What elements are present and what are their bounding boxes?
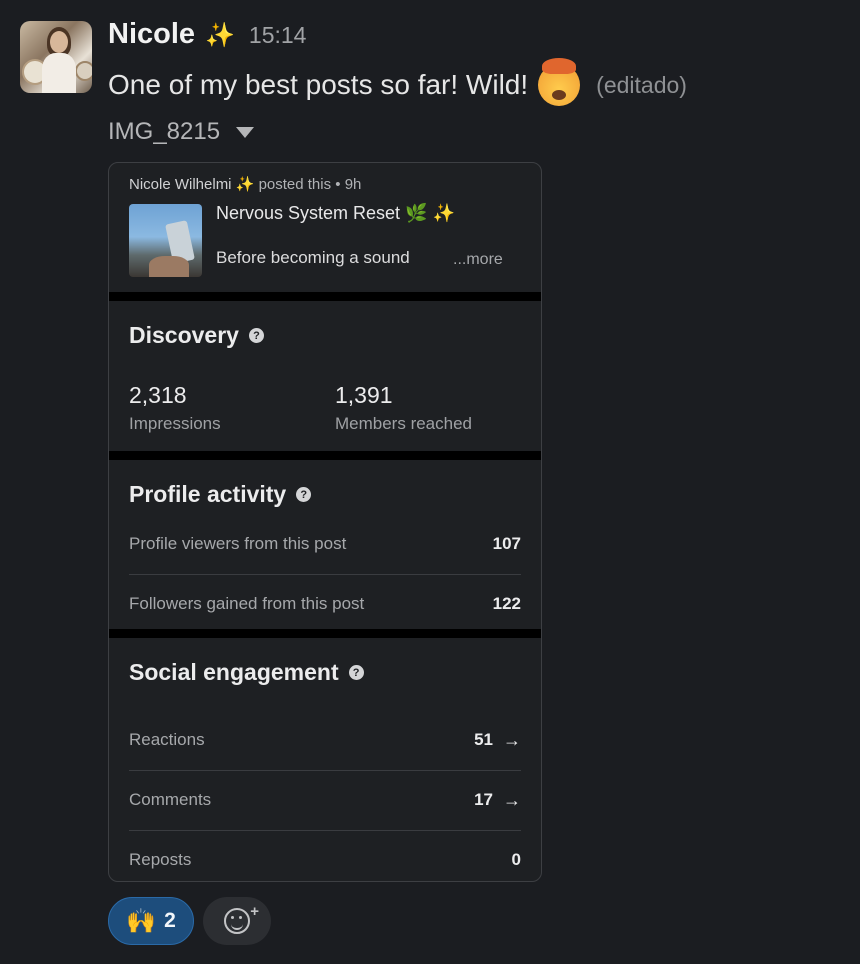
author-name[interactable]: Nicole <box>108 18 195 51</box>
row-value: 107 <box>492 534 521 553</box>
social-engagement-title-text: Social engagement <box>129 659 339 685</box>
avatar-photo-detail <box>75 61 92 81</box>
edited-label: (editado) <box>596 71 687 98</box>
discovery-title: Discovery ? <box>129 322 264 349</box>
section-divider <box>109 451 541 460</box>
avatar-photo-detail <box>50 31 68 53</box>
section-divider <box>109 292 541 301</box>
row-label: Comments <box>129 790 212 809</box>
row-value: 122 <box>492 594 521 613</box>
plus-icon: + <box>250 903 259 920</box>
help-icon: ? <box>248 328 264 343</box>
arrow-right-icon: → <box>503 729 521 750</box>
sparkle-icon: ✨ <box>235 176 255 193</box>
arrow-right-icon: → <box>503 789 521 810</box>
reactions-bar: 🙌 2 + <box>108 897 271 945</box>
post-meta: Nicole Wilhelmi ✨ posted this • 9h <box>129 175 361 193</box>
raised-hands-icon: 🙌 <box>126 907 157 935</box>
reaction-raised-hands[interactable]: 🙌 2 <box>108 897 194 945</box>
post-title: Nervous System Reset 🌿 ✨ <box>216 203 455 223</box>
help-icon: ? <box>296 487 312 502</box>
message-timestamp[interactable]: 15:14 <box>249 22 307 49</box>
row-value: 51 <box>474 730 493 749</box>
caret-down-icon[interactable] <box>236 126 255 138</box>
smiley-add-icon <box>224 908 250 934</box>
profile-activity-title-text: Profile activity <box>129 481 287 507</box>
message-header: Nicole ✨ 15:14 <box>108 18 306 51</box>
user-avatar[interactable] <box>20 21 92 93</box>
profile-viewers-row: Profile viewers from this post 107 <box>129 514 521 574</box>
add-reaction-button[interactable]: + <box>203 897 271 945</box>
discovery-title-text: Discovery <box>129 322 239 348</box>
message-body: One of my best posts so far! Wild! (edit… <box>108 58 687 106</box>
attachment-header[interactable]: IMG_8215 <box>108 118 255 146</box>
impressions-value: 2,318 <box>129 382 187 408</box>
section-divider <box>109 629 541 638</box>
post-more-link: ...more <box>453 251 503 268</box>
reposts-row: Reposts 0 <box>129 830 521 881</box>
sparkle-icon: ✨ <box>205 22 235 49</box>
impressions-label: Impressions <box>129 414 221 433</box>
row-value: 17 <box>474 790 493 809</box>
row-value-group: 51 → <box>474 730 521 751</box>
members-reached-value: 1,391 <box>335 382 393 408</box>
members-reached-label: Members reached <box>335 414 473 433</box>
row-label: Profile viewers from this post <box>129 534 347 553</box>
attachment-image[interactable]: Nicole Wilhelmi ✨ posted this • 9h Nervo… <box>108 162 542 882</box>
post-thumbnail <box>129 204 202 277</box>
exploding-head-icon <box>538 58 581 106</box>
social-engagement-title: Social engagement ? <box>129 659 364 686</box>
avatar-photo-detail <box>42 53 76 93</box>
row-label: Reposts <box>129 850 192 869</box>
hand-shape <box>149 256 189 277</box>
row-value-group: 17 → <box>474 790 521 811</box>
comments-row: Comments 17 → <box>129 770 521 830</box>
post-action: posted this • 9h <box>258 176 362 193</box>
reactions-row: Reactions 51 → <box>129 710 521 770</box>
followers-gained-row: Followers gained from this post 122 <box>129 574 521 634</box>
post-snippet: Before becoming a sound <box>216 248 410 267</box>
row-value: 0 <box>511 850 521 869</box>
reaction-count: 2 <box>164 909 176 932</box>
post-author: Nicole Wilhelmi <box>129 176 232 193</box>
attachment-name: IMG_8215 <box>108 118 221 145</box>
row-label: Followers gained from this post <box>129 594 365 613</box>
profile-activity-title: Profile activity ? <box>129 481 312 508</box>
help-icon: ? <box>348 665 364 680</box>
row-label: Reactions <box>129 730 205 749</box>
message-text: One of my best posts so far! Wild! <box>108 69 529 100</box>
